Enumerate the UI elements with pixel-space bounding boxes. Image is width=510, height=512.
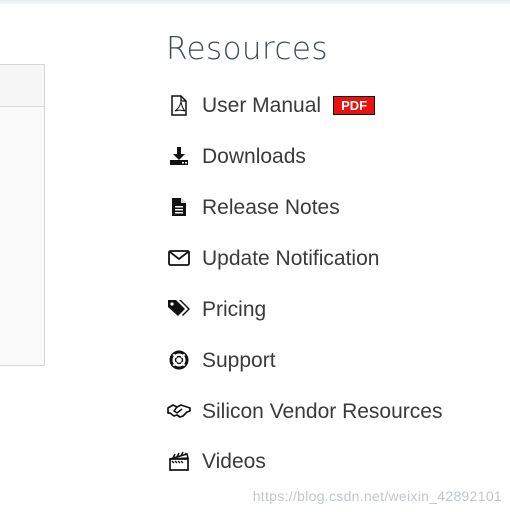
envelope-icon <box>166 246 192 270</box>
pdf-badge: PDF <box>333 95 376 115</box>
pdf-file-icon <box>166 93 192 117</box>
resource-label: Update Notification <box>202 246 380 270</box>
resource-link-user-manual[interactable]: User Manual PDF <box>166 89 376 121</box>
resource-label: User Manual <box>202 93 322 117</box>
top-edge <box>0 0 510 4</box>
watermark: https://blog.csdn.net/weixin_42892101 <box>252 488 502 504</box>
document-icon <box>166 195 192 219</box>
resource-link-release-notes[interactable]: Release Notes <box>166 191 340 223</box>
resource-link-pricing[interactable]: Pricing <box>166 293 266 325</box>
tags-icon <box>166 297 192 321</box>
resource-label: Silicon Vendor Resources <box>202 399 443 423</box>
resource-label: Downloads <box>202 144 306 168</box>
resource-link-downloads[interactable]: Downloads <box>166 140 306 172</box>
resource-link-update-notification[interactable]: Update Notification <box>166 242 379 274</box>
life-ring-icon <box>166 348 192 372</box>
resource-link-support[interactable]: Support <box>166 344 276 376</box>
resource-label: Release Notes <box>202 195 340 219</box>
resource-label: Pricing <box>202 297 267 321</box>
resource-label: Support <box>202 348 276 372</box>
left-panel-header <box>0 65 44 107</box>
resource-link-silicon-vendor-resources[interactable]: Silicon Vendor Resources <box>166 395 442 427</box>
resource-link-videos[interactable]: Videos <box>166 445 266 477</box>
resource-label: Videos <box>202 449 266 473</box>
resources-heading: Resources <box>166 31 328 67</box>
clapperboard-icon <box>166 449 192 473</box>
download-icon <box>166 144 192 168</box>
handshake-icon <box>166 399 192 423</box>
left-panel <box>0 64 45 366</box>
